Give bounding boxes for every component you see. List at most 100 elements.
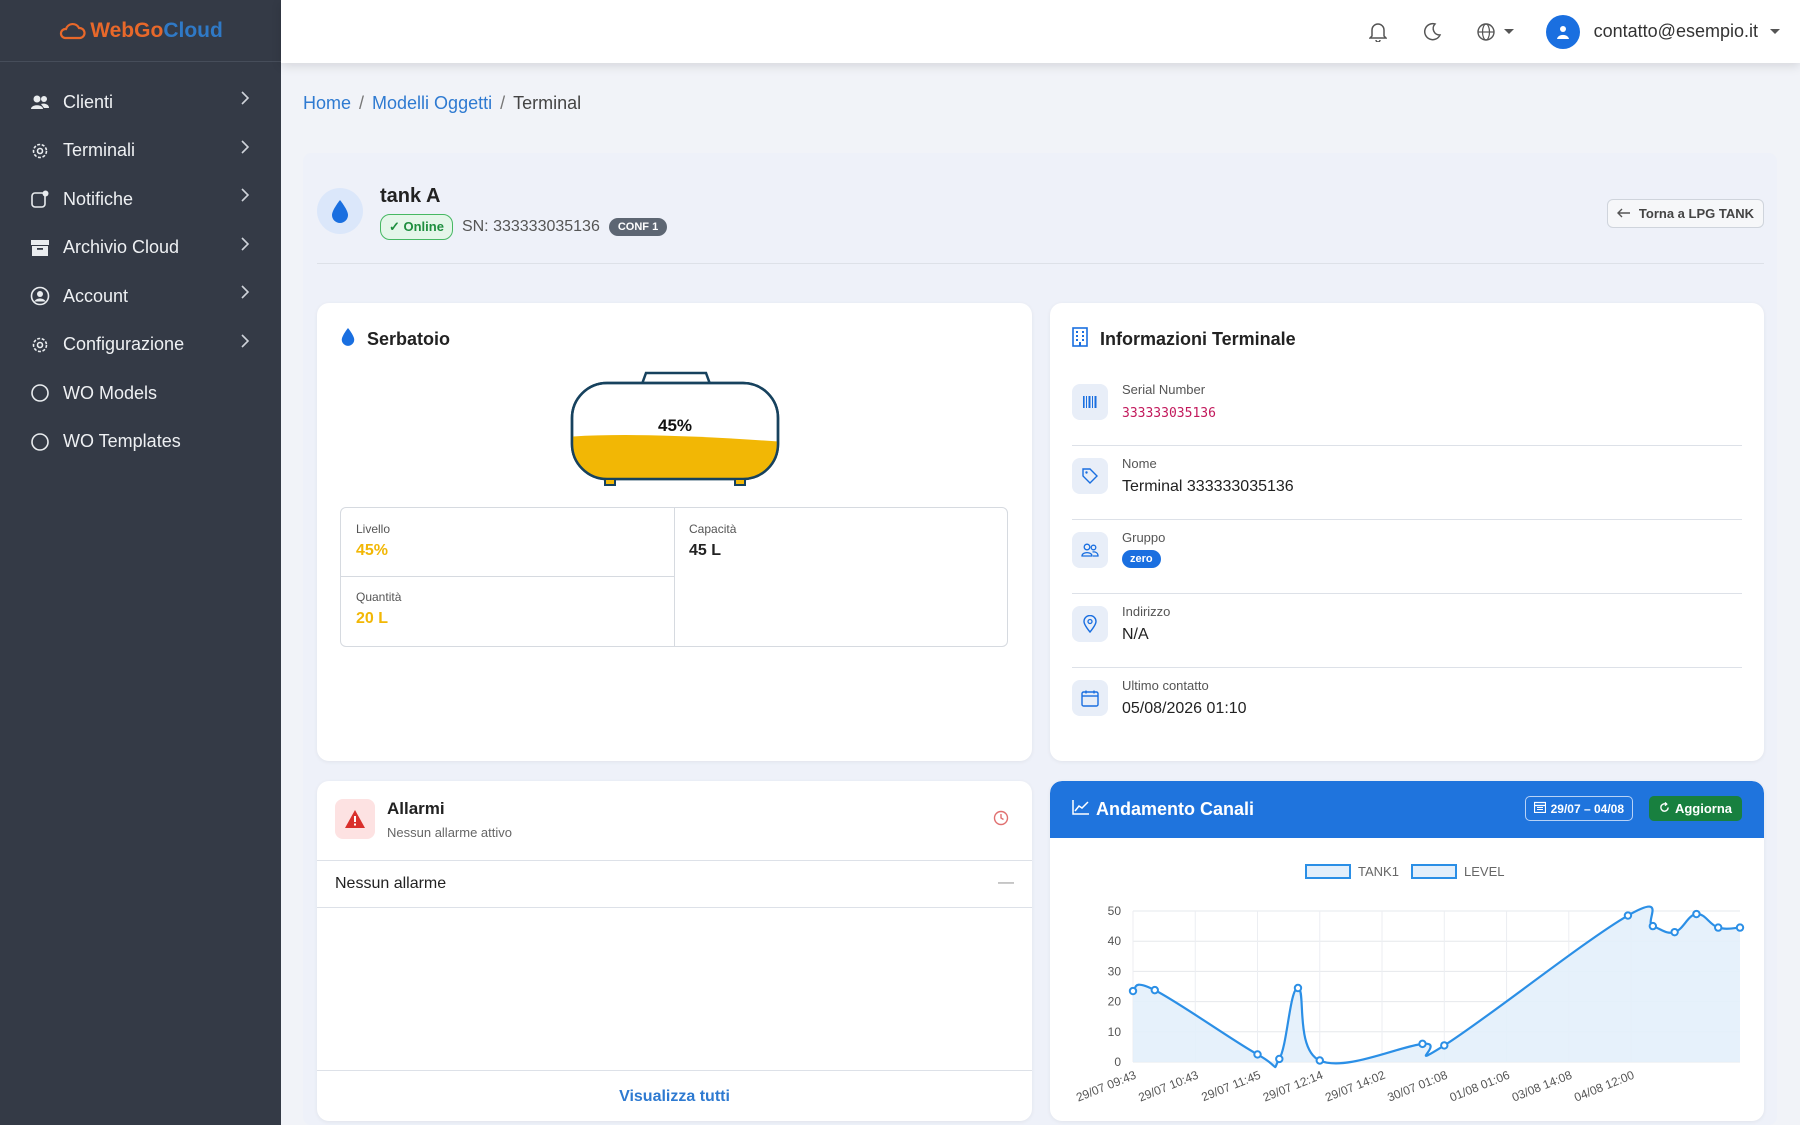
group-icon bbox=[1072, 532, 1108, 568]
refresh-label: Aggiorna bbox=[1674, 801, 1732, 816]
circle-icon bbox=[30, 383, 50, 403]
x-tick-label: 29/07 11:45 bbox=[1199, 1068, 1262, 1105]
data-point bbox=[1714, 923, 1723, 932]
last-contact-value: 05/08/2026 01:10 bbox=[1122, 700, 1247, 717]
sidebar-nav: Clienti Terminali Notifiche Archivio Clo… bbox=[0, 62, 281, 466]
level-label: Livello bbox=[356, 522, 391, 536]
sidebar-item-terminali[interactable]: Terminali bbox=[0, 127, 281, 176]
sidebar-item-configurazione[interactable]: Configurazione bbox=[0, 321, 281, 370]
serial-number-text: SN: 333333035136 bbox=[461, 218, 600, 235]
alarms-card: Allarmi Nessun allarme attivo Nessun all… bbox=[317, 781, 1032, 1121]
chevron-right-icon bbox=[240, 236, 250, 257]
sidebar-item-label: Clienti bbox=[63, 91, 114, 112]
date-range-button[interactable]: 29/07 – 04/08 bbox=[1524, 796, 1633, 821]
data-point bbox=[1648, 921, 1658, 931]
info-label: Nome bbox=[1122, 456, 1157, 471]
tank-percent-label: 45% bbox=[658, 416, 692, 435]
language-globe-icon[interactable] bbox=[1474, 20, 1516, 44]
x-tick-label: 30/07 01:08 bbox=[1385, 1068, 1449, 1105]
legend-swatch bbox=[1411, 864, 1457, 879]
sidebar: WebGo Cloud Clienti Terminali Notifiche A… bbox=[0, 0, 281, 1125]
tank-card: Serbatoio 45% Livello 45% Capacità 45 L … bbox=[317, 303, 1032, 761]
y-tick-label: 10 bbox=[1108, 1025, 1122, 1039]
sidebar-item-notifiche[interactable]: Notifiche bbox=[0, 175, 281, 224]
tank-card-title: Serbatoio bbox=[341, 327, 450, 351]
group-badge: zero bbox=[1122, 550, 1161, 568]
info-label: Serial Number bbox=[1122, 382, 1206, 397]
gear-icon bbox=[30, 335, 50, 355]
x-tick-label: 29/07 12:14 bbox=[1261, 1068, 1325, 1105]
gear-icon bbox=[30, 141, 50, 161]
data-point bbox=[1623, 911, 1633, 920]
info-card-title: Informazioni Terminale bbox=[1072, 327, 1296, 352]
barcode-icon bbox=[1072, 384, 1108, 420]
info-card-title-text: Informazioni Terminale bbox=[1100, 329, 1296, 349]
alarms-title: Allarmi bbox=[387, 799, 445, 818]
refresh-button[interactable]: Aggiorna bbox=[1648, 796, 1742, 821]
breadcrumb-current: Terminal bbox=[513, 93, 582, 113]
sidebar-item-wo-templates[interactable]: WO Templates bbox=[0, 418, 281, 467]
alarms-footer: Visualizza tutti bbox=[317, 1070, 1032, 1121]
sidebar-item-archivio-cloud[interactable]: Archivio Cloud bbox=[0, 224, 281, 273]
serial-number-value: 333333035136 bbox=[1122, 406, 1216, 421]
y-tick-label: 40 bbox=[1108, 934, 1122, 948]
data-point bbox=[1440, 1041, 1449, 1050]
quantity-label: Quantità bbox=[356, 590, 402, 604]
data-point bbox=[1670, 927, 1679, 937]
logo[interactable]: WebGo Cloud bbox=[0, 0, 281, 62]
circle-icon bbox=[30, 432, 50, 452]
bell-icon[interactable] bbox=[1366, 20, 1390, 44]
breadcrumb: Home / Modelli Oggetti / Terminal bbox=[303, 93, 581, 114]
logo-text-part2: Cloud bbox=[163, 18, 223, 42]
topbar: contatto@esempio.it bbox=[281, 0, 1800, 63]
refresh-icon bbox=[1659, 801, 1670, 816]
sidebar-item-account[interactable]: Account bbox=[0, 272, 281, 321]
building-icon bbox=[1072, 327, 1088, 352]
view-all-alarms-link[interactable]: Visualizza tutti bbox=[619, 1088, 730, 1106]
drop-icon bbox=[317, 188, 363, 234]
legend-label: LEVEL bbox=[1464, 864, 1504, 879]
user-email: contatto@esempio.it bbox=[1593, 21, 1758, 41]
y-tick-label: 20 bbox=[1108, 995, 1122, 1009]
user-menu[interactable]: contatto@esempio.it bbox=[1545, 14, 1780, 49]
chevron-right-icon bbox=[240, 284, 250, 305]
terminal-header: tank A ✓ Online SN: 333333035136 CONF 1 … bbox=[317, 182, 1764, 264]
logo-text-part1: WebGo bbox=[90, 18, 164, 42]
chevron-right-icon bbox=[240, 333, 250, 354]
sidebar-item-label: Archivio Cloud bbox=[63, 237, 180, 258]
data-point bbox=[1293, 983, 1303, 993]
data-point bbox=[1128, 986, 1138, 996]
warning-icon bbox=[335, 799, 375, 839]
history-clock-icon[interactable] bbox=[986, 803, 1016, 833]
info-row-serial: Serial Number 333333035136 bbox=[1072, 372, 1742, 446]
chevron-right-icon bbox=[240, 187, 250, 208]
drop-icon bbox=[341, 327, 355, 351]
back-button[interactable]: Torna a LPG TANK bbox=[1606, 199, 1764, 228]
data-point bbox=[1150, 985, 1159, 995]
breadcrumb-separator: / bbox=[359, 93, 365, 113]
tank-stats-table: Livello 45% Capacità 45 L Quantità 20 L bbox=[340, 507, 1008, 647]
page-title: tank A bbox=[380, 185, 441, 207]
terminal-name-value: Terminal 333333035136 bbox=[1122, 478, 1294, 495]
data-point bbox=[1418, 1039, 1427, 1049]
level-stat: Livello 45% bbox=[341, 508, 390, 560]
data-point bbox=[1315, 1056, 1324, 1065]
breadcrumb-home[interactable]: Home bbox=[303, 93, 351, 114]
sidebar-item-wo-models[interactable]: WO Models bbox=[0, 369, 281, 418]
archive-icon bbox=[30, 238, 50, 258]
chevron-down-icon bbox=[1770, 29, 1780, 34]
series-area bbox=[1133, 906, 1740, 1068]
alarm-item-dash: — bbox=[998, 874, 1014, 891]
calendar-icon bbox=[1533, 801, 1546, 816]
conf-badge: CONF 1 bbox=[608, 218, 668, 236]
x-tick-label: 03/08 14:08 bbox=[1510, 1068, 1574, 1105]
breadcrumb-models[interactable]: Modelli Oggetti bbox=[372, 93, 492, 114]
cloud-icon bbox=[60, 22, 86, 39]
sidebar-item-clienti[interactable]: Clienti bbox=[0, 78, 281, 127]
x-tick-label: 29/07 09:43 bbox=[1074, 1068, 1138, 1105]
capacity-label: Capacità bbox=[689, 522, 737, 536]
moon-icon[interactable] bbox=[1420, 20, 1444, 44]
avatar bbox=[1545, 14, 1580, 49]
sidebar-item-label: Account bbox=[63, 285, 129, 306]
notification-icon bbox=[30, 189, 50, 209]
